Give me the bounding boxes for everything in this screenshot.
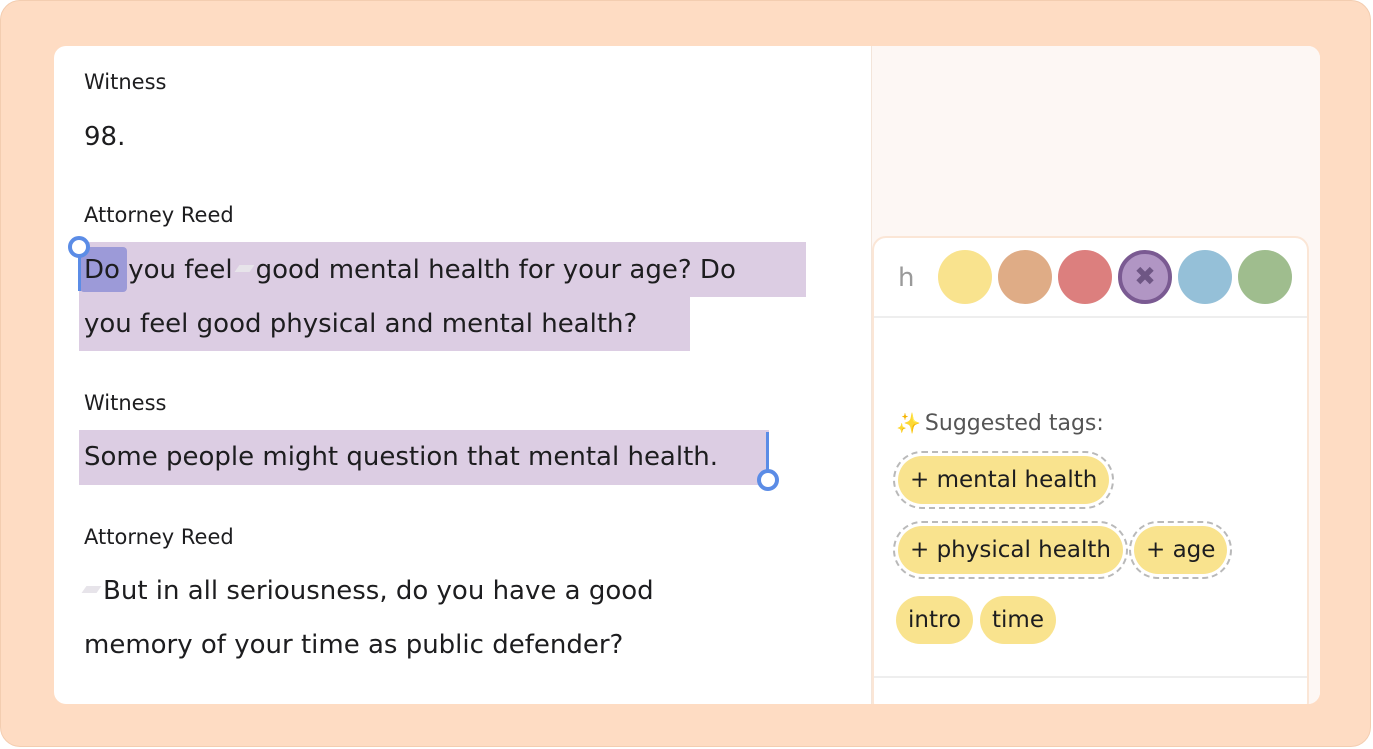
speaker-label: Attorney Reed: [84, 525, 234, 549]
speaker-label: Witness: [84, 70, 167, 94]
selection-end-handle[interactable]: [757, 469, 779, 491]
remove-icon: ✖: [1134, 262, 1156, 292]
speaker-label: Witness: [84, 391, 167, 415]
suggested-tag-chip[interactable]: + physical health: [893, 521, 1128, 579]
transcript-line[interactable]: Do you feel good mental health for your a…: [84, 252, 736, 288]
transcript-line[interactable]: 98.: [84, 119, 125, 155]
speaker-label: Attorney Reed: [84, 203, 234, 227]
suggested-tags-label: Suggested tags:: [924, 411, 1104, 436]
panel-divider: [874, 676, 1307, 678]
suggested-tags-heading: ✨ Suggested tags:: [896, 408, 1104, 439]
tag-popover: h ✖ ✨ Suggested tags: + mental health + p…: [872, 236, 1309, 704]
redaction-marker: [81, 586, 102, 593]
selection-start-handle[interactable]: [68, 236, 90, 258]
applied-tag-chip[interactable]: time: [980, 596, 1056, 644]
applied-tag-chip[interactable]: intro: [896, 596, 974, 644]
color-swatch-red[interactable]: [1058, 250, 1112, 304]
sparkle-icon: ✨: [896, 411, 921, 435]
selection-end-caret: [766, 432, 769, 474]
transcript-text: But in all seriousness, do you have a go…: [103, 576, 654, 606]
transcript-line[interactable]: But in all seriousness, do you have a go…: [81, 573, 654, 609]
transcript-text: Do you feel: [84, 255, 233, 285]
color-swatch-yellow[interactable]: [938, 250, 992, 304]
tag-search-row: h ✖: [874, 238, 1307, 318]
tag-search-input[interactable]: h: [898, 260, 914, 296]
transcript-line[interactable]: Some people might question that mental h…: [84, 439, 718, 475]
suggested-tag-chip[interactable]: + age: [1128, 521, 1233, 579]
transcript-line[interactable]: you feel good physical and mental health…: [84, 306, 637, 342]
color-swatch-tan[interactable]: [998, 250, 1052, 304]
transcript-pane[interactable]: Witness 98. Attorney Reed Do you feel goo…: [54, 46, 871, 704]
color-swatch-green[interactable]: [1238, 250, 1292, 304]
transcript-line[interactable]: memory of your time as public defender?: [84, 627, 623, 663]
redaction-marker: [234, 265, 255, 272]
suggested-tag-chip[interactable]: + mental health: [892, 451, 1115, 509]
transcript-card: Witness 98. Attorney Reed Do you feel goo…: [54, 46, 1320, 704]
color-swatch-blue[interactable]: [1178, 250, 1232, 304]
app-frame: Witness 98. Attorney Reed Do you feel goo…: [0, 0, 1371, 747]
side-panel-background: [871, 46, 1320, 236]
transcript-text: good mental health for your age? Do: [255, 255, 736, 285]
color-swatch-purple-selected[interactable]: ✖: [1118, 250, 1172, 304]
